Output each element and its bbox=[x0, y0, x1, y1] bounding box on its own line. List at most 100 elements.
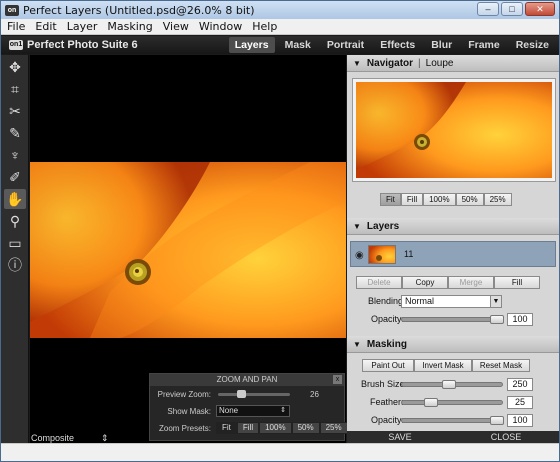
hand-icon[interactable]: ✋ bbox=[4, 189, 26, 209]
zoom-pan-title: ZOOM AND PAN x bbox=[150, 374, 344, 386]
collapse-triangle-icon[interactable]: ▼ bbox=[353, 340, 361, 349]
navigator-preview[interactable] bbox=[352, 78, 556, 182]
eyedropper-icon[interactable]: ✐ bbox=[4, 167, 26, 187]
app-window: on Perfect Layers (Untitled.psd@26.0% 8 … bbox=[0, 0, 560, 462]
scissors-icon[interactable]: ✂ bbox=[4, 101, 26, 121]
save-button[interactable]: SAVE bbox=[347, 431, 453, 443]
brush-size-slider[interactable] bbox=[401, 380, 503, 389]
chevron-down-icon[interactable]: ▼ bbox=[490, 296, 501, 307]
menu-view[interactable]: View bbox=[163, 20, 189, 33]
menu-window[interactable]: Window bbox=[199, 20, 242, 33]
menu-edit[interactable]: Edit bbox=[35, 20, 56, 33]
masking-title[interactable]: Masking bbox=[367, 339, 407, 350]
feather-slider[interactable] bbox=[401, 398, 503, 407]
collapse-triangle-icon[interactable]: ▼ bbox=[353, 222, 361, 231]
show-mask-value: None bbox=[219, 406, 239, 415]
feather-knob[interactable] bbox=[424, 398, 438, 407]
menu-bar: File Edit Layer Masking View Window Help bbox=[1, 19, 559, 35]
zp-preset-fill[interactable]: Fill bbox=[236, 422, 260, 434]
maximize-button[interactable]: □ bbox=[501, 2, 523, 16]
mask-opacity-label: Opacity: bbox=[371, 415, 405, 425]
tab-resize[interactable]: Resize bbox=[510, 37, 555, 53]
navigator-header[interactable]: ▼ Navigator | Loupe bbox=[347, 55, 559, 72]
blending-select[interactable]: Normal ▼ bbox=[401, 295, 502, 308]
preview-zoom-value: 26 bbox=[310, 390, 319, 399]
nav-preset-fit[interactable]: Fit bbox=[380, 193, 401, 206]
zoom-pan-title-text: ZOOM AND PAN bbox=[216, 375, 278, 384]
feather-value[interactable]: 25 bbox=[507, 396, 533, 409]
info-icon[interactable]: ⓘ bbox=[4, 255, 26, 275]
tab-blur[interactable]: Blur bbox=[425, 37, 458, 53]
retouch-icon[interactable]: ♆ bbox=[4, 145, 26, 165]
zoom-pan-panel: ZOOM AND PAN x Preview Zoom: 26 Show Mas… bbox=[149, 373, 348, 441]
nav-preset-50[interactable]: 50% bbox=[455, 193, 484, 206]
layers-header[interactable]: ▼ Layers bbox=[347, 218, 559, 235]
invert-mask-button[interactable]: Invert Mask bbox=[414, 359, 472, 372]
mask-opacity-value[interactable]: 100 bbox=[507, 414, 533, 427]
zp-preset-50[interactable]: 50% bbox=[291, 422, 320, 434]
masking-header[interactable]: ▼ Masking bbox=[347, 336, 559, 353]
reset-mask-button[interactable]: Reset Mask bbox=[472, 359, 530, 372]
nav-preset-fill[interactable]: Fill bbox=[400, 193, 424, 206]
menu-masking[interactable]: Masking bbox=[107, 20, 152, 33]
layer-opacity-knob[interactable] bbox=[490, 315, 504, 324]
zp-preset-100[interactable]: 100% bbox=[259, 422, 292, 434]
zoom-icon[interactable]: ⚲ bbox=[4, 211, 26, 231]
zp-preset-25[interactable]: 25% bbox=[319, 422, 348, 434]
brand-name: Perfect Photo Suite 6 bbox=[27, 39, 138, 51]
fill-layer-button[interactable]: Fill bbox=[494, 276, 540, 289]
crop-icon[interactable]: ⌗ bbox=[4, 79, 26, 99]
layer-row[interactable]: ◉ 11 bbox=[350, 241, 556, 267]
brush-size-knob[interactable] bbox=[442, 380, 456, 389]
eye-icon[interactable]: ◉ bbox=[355, 250, 364, 261]
layer-name[interactable]: 11 bbox=[404, 249, 413, 259]
tab-mask[interactable]: Mask bbox=[279, 37, 317, 53]
brush-size-value[interactable]: 250 bbox=[507, 378, 533, 391]
tool-palette: ✥ ⌗ ✂ ✎ ♆ ✐ ✋ ⚲ ▭ ⓘ bbox=[1, 55, 29, 443]
tab-portrait[interactable]: Portrait bbox=[321, 37, 370, 53]
loupe-tab[interactable]: Loupe bbox=[426, 58, 454, 69]
paint-out-button[interactable]: Paint Out bbox=[362, 359, 414, 372]
composite-label: Composite bbox=[31, 433, 75, 443]
mask-opacity-slider[interactable] bbox=[401, 416, 504, 425]
nav-preset-25[interactable]: 25% bbox=[483, 193, 512, 206]
menu-help[interactable]: Help bbox=[252, 20, 277, 33]
divider: | bbox=[418, 57, 421, 69]
brush-icon[interactable]: ✎ bbox=[4, 123, 26, 143]
mask-opacity-knob[interactable] bbox=[490, 416, 504, 425]
minimize-button[interactable]: – bbox=[477, 2, 499, 16]
zoom-pan-close-button[interactable]: x bbox=[333, 375, 342, 384]
composite-select[interactable]: Composite ⇕ bbox=[31, 433, 109, 443]
delete-layer-button[interactable]: Delete bbox=[356, 276, 402, 289]
feather-label: Feather: bbox=[370, 397, 404, 407]
zoom-presets-label: Zoom Presets: bbox=[158, 424, 211, 433]
layer-opacity-value[interactable]: 100 bbox=[507, 313, 533, 326]
move-icon[interactable]: ✥ bbox=[4, 57, 26, 77]
show-mask-label: Show Mask: bbox=[167, 407, 211, 416]
preview-zoom-slider[interactable] bbox=[218, 390, 290, 398]
show-mask-select[interactable]: None ⇕ bbox=[216, 405, 290, 417]
navigator-title[interactable]: Navigator bbox=[367, 58, 413, 69]
title-bar: on Perfect Layers (Untitled.psd@26.0% 8 … bbox=[1, 1, 559, 19]
view-mode-icon[interactable]: ▭ bbox=[4, 233, 26, 253]
window-title: Perfect Layers (Untitled.psd@26.0% 8 bit… bbox=[23, 3, 255, 17]
preview-zoom-knob[interactable] bbox=[237, 390, 246, 398]
menu-file[interactable]: File bbox=[7, 20, 25, 33]
show-mask-row: Show Mask: None ⇕ bbox=[150, 403, 344, 420]
close-window-button[interactable]: ✕ bbox=[525, 2, 555, 16]
collapse-triangle-icon[interactable]: ▼ bbox=[353, 59, 361, 68]
layer-opacity-slider[interactable] bbox=[401, 315, 504, 324]
tab-frame[interactable]: Frame bbox=[462, 37, 506, 53]
zp-preset-fit[interactable]: Fit bbox=[216, 422, 237, 434]
zoom-presets-row: Zoom Presets: Fit Fill 100% 50% 25% bbox=[150, 420, 348, 437]
layers-title[interactable]: Layers bbox=[367, 221, 399, 232]
canvas-photo[interactable] bbox=[30, 162, 346, 338]
tab-layers[interactable]: Layers bbox=[228, 37, 275, 53]
nav-preset-100[interactable]: 100% bbox=[423, 193, 456, 206]
brand-logo: on1 bbox=[9, 40, 23, 50]
copy-layer-button[interactable]: Copy bbox=[402, 276, 448, 289]
menu-layer[interactable]: Layer bbox=[67, 20, 98, 33]
close-button[interactable]: CLOSE bbox=[453, 431, 559, 443]
tab-effects[interactable]: Effects bbox=[374, 37, 421, 53]
merge-layer-button[interactable]: Merge bbox=[448, 276, 494, 289]
